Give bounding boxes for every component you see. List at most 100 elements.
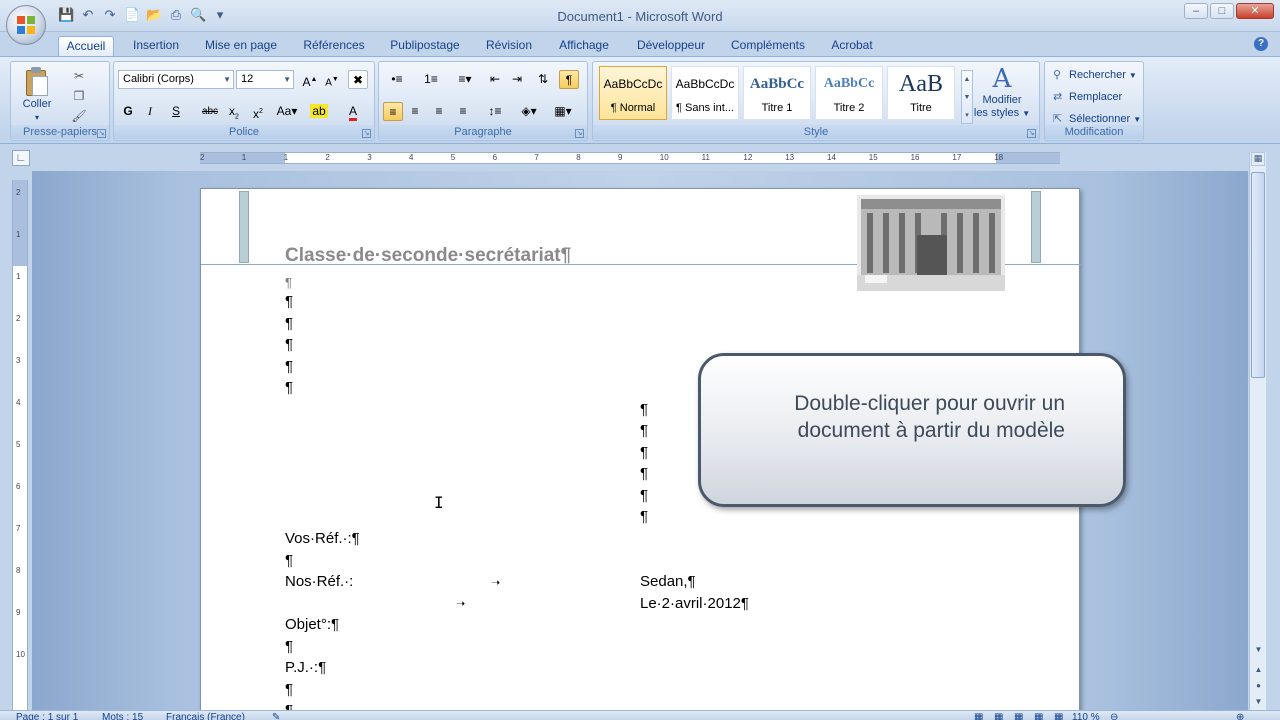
tab-publipostage[interactable]: Publipostage [384,36,466,56]
modify-styles-button[interactable]: A Modifier les styles ▼ [973,64,1031,120]
pilcrow-mark: ¶ [640,422,649,439]
zoom-out-icon[interactable]: ⊖ [1110,712,1118,720]
multilevel-list-button[interactable]: ≡▾ [451,70,479,89]
justify-button[interactable]: ≡ [453,102,473,121]
maximize-button[interactable]: □ [1210,3,1234,19]
replace-button[interactable]: ⇄ Remplacer [1053,88,1122,106]
minimize-button[interactable]: – [1184,3,1208,19]
superscript-button[interactable]: x2 [248,102,268,121]
styles-gallery-scroll[interactable]: ▲ ▼ ▾ [961,70,973,124]
tab-insertion[interactable]: Insertion [124,36,188,56]
align-center-button[interactable]: ≡ [405,102,425,121]
font-launcher-icon[interactable]: ↘ [362,129,371,138]
tab-revision[interactable]: Révision [478,36,540,56]
style-sample: AaBbCcDc [675,77,735,91]
horizontal-ruler[interactable]: 2 1 1 2 3 4 5 6 7 8 9 10 11 12 13 14 15 16 17 18 [200,152,1060,164]
increase-indent-button[interactable]: ⇥ [507,70,527,89]
browse-object-icon[interactable]: ● [1251,678,1266,694]
outline-view-icon[interactable]: ▦ [1034,712,1043,720]
zoom-level[interactable]: 110 % [1072,712,1100,720]
italic-button[interactable]: I [140,102,160,121]
style-title[interactable]: AaB Titre [887,66,955,120]
modify-styles-label-1: Modifier [982,94,1022,106]
language-status[interactable]: Français (France) [166,712,245,720]
show-hide-marks-button[interactable]: ¶ [559,70,579,89]
style-sample: AaBbCcDc [603,77,663,91]
paste-dropdown-icon[interactable]: ▾ [15,111,59,124]
clipboard-launcher-icon[interactable]: ↘ [97,129,106,138]
vertical-scrollbar[interactable]: ▲ ▼ ▲ ● ▼ [1249,152,1266,720]
next-page-icon[interactable]: ▼ [1251,694,1266,710]
align-left-button[interactable]: ≡ [383,102,403,121]
font-family-select[interactable]: Calibri (Corps) ▼ [118,70,234,89]
style-name: Titre 1 [761,102,793,114]
tab-accueil[interactable]: Accueil [58,36,114,56]
tab-mark-icon: ➝ [491,577,501,589]
font-size-select[interactable]: 12 ▼ [236,70,294,89]
paste-button[interactable]: Coller ▾ [15,64,59,122]
find-button[interactable]: ⚲ Rechercher ▼ [1053,66,1137,84]
shading-button[interactable]: ◈▾ [515,102,543,121]
copy-icon[interactable]: ❐ [71,88,87,104]
style-normal[interactable]: AaBbCcDc ¶ Normal [599,66,667,120]
underline-button[interactable]: S [166,102,186,121]
close-button[interactable]: ✕ [1236,3,1274,19]
format-painter-icon[interactable]: 🖌 [71,108,87,124]
web-layout-view-icon[interactable]: ▦ [1014,712,1023,720]
print-layout-view-icon[interactable]: ▦ [974,712,983,720]
change-case-button[interactable]: Aa▾ [274,102,300,121]
shrink-font-button[interactable]: A▼ [322,70,342,89]
ruler-tick-label: 4 [409,153,414,162]
clear-format-button[interactable]: ✖ [348,70,368,89]
tab-selector-button[interactable]: ∟ [12,150,30,166]
subscript-button[interactable]: x2 [224,102,244,121]
ruler-tick-label: 1 [241,153,247,162]
tab-mise-en-page[interactable]: Mise en page [198,36,284,56]
tab-complements[interactable]: Compléments [724,36,812,56]
tab-acrobat[interactable]: Acrobat [822,36,882,56]
font-color-button[interactable]: A [340,102,366,121]
scroll-down-icon[interactable]: ▼ [1251,642,1266,658]
scroll-thumb[interactable] [1251,172,1265,378]
track-changes-icon[interactable]: ✎ [272,712,280,720]
style-heading-2[interactable]: AaBbCc Titre 2 [815,66,883,120]
vertical-ruler[interactable]: 2 1 1 2 3 4 5 6 7 8 9 10 [12,180,28,720]
zoom-in-icon[interactable]: ⊕ [1236,712,1244,720]
sort-button[interactable]: ⇅ [533,70,553,89]
cut-icon[interactable]: ✂ [71,68,87,84]
numbering-button[interactable]: 1≡ [417,70,445,89]
ruler-tick-label: 16 [910,153,920,162]
ruler-tick-label: 17 [952,153,962,162]
word-count[interactable]: Mots : 15 [102,712,143,720]
tab-developpeur[interactable]: Développeur [628,36,714,56]
align-right-button[interactable]: ≡ [429,102,449,121]
tab-affichage[interactable]: Affichage [550,36,618,56]
style-no-spacing[interactable]: AaBbCcDc ¶ Sans int... [671,66,739,120]
page-count[interactable]: Page : 1 sur 1 [16,712,78,720]
bullets-button[interactable]: •≡ [383,70,411,89]
previous-page-icon[interactable]: ▲ [1251,662,1266,678]
view-ruler-icon[interactable]: ▦ [1251,152,1265,166]
borders-button[interactable]: ▦▾ [549,102,577,121]
ruler-tick-label: 6 [16,482,21,491]
pilcrow-mark: ¶ [285,275,292,290]
styles-launcher-icon[interactable]: ↘ [1027,129,1036,138]
help-icon[interactable]: ? [1254,37,1268,51]
full-screen-view-icon[interactable]: ▦ [994,712,1003,720]
strikethrough-button[interactable]: abc [200,102,220,121]
decrease-indent-button[interactable]: ⇤ [485,70,505,89]
draft-view-icon[interactable]: ▦ [1054,712,1063,720]
tab-references[interactable]: Références [296,36,372,56]
style-heading-1[interactable]: AaBbCc Titre 1 [743,66,811,120]
ruler-tick-label: 14 [827,153,836,162]
ruler-tick-label: 5 [16,440,21,449]
highlight-color-button[interactable]: ab [306,102,332,121]
clipboard-icon [24,66,50,98]
pilcrow-mark: ¶ [640,465,649,482]
office-button[interactable] [6,5,46,45]
grow-font-button[interactable]: A▲ [300,70,320,89]
bold-button[interactable]: G [118,102,138,121]
callout-line-2: document à partir du modèle [797,419,1065,442]
paragraph-launcher-icon[interactable]: ↘ [575,129,584,138]
line-spacing-button[interactable]: ↕≡ [481,102,509,121]
